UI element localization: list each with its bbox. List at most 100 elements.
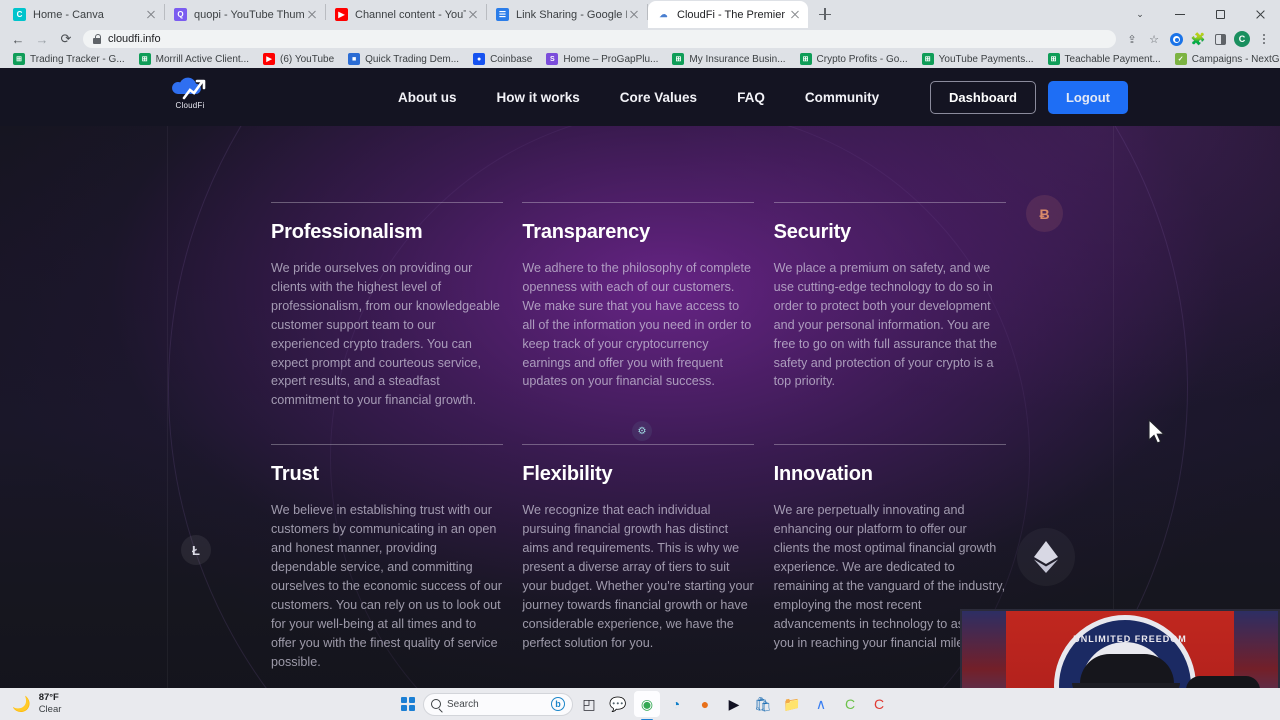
bookmarks-bar: ⊞ Trading Tracker - G... ⊞ Morrill Active C… [0,50,1280,68]
bookmark-star-icon[interactable]: ☆ [1144,30,1164,48]
browser-tab-title: Home - Canva [33,8,104,21]
close-tab-icon[interactable] [627,8,641,22]
microsoft-store-icon[interactable]: 🛍 [750,691,776,717]
youtube-icon: ▶ [263,53,276,65]
cloudfi-icon: ☁ [659,10,668,19]
browser-tab[interactable]: ☰ Link Sharing - Google Docs [487,1,647,28]
bookmark-item[interactable]: ⊞ Morrill Active Client... [132,53,256,65]
chrome-icon[interactable]: ◉ [634,691,660,720]
browser-tab-title: quopi - YouTube Thumbnail [194,8,305,21]
sheets-icon: ⊞ [921,53,934,65]
bookmark-label: Campaigns - NextG... [1191,53,1280,65]
forward-button[interactable]: → [30,29,54,49]
canva-icon: C [13,8,26,21]
bookmark-label: Crypto Profits - Go... [816,53,908,65]
browser-tab[interactable]: C Home - Canva [4,1,164,28]
sheets-icon: ⊞ [799,53,812,65]
back-button[interactable]: ← [6,29,30,49]
browser-tab[interactable]: Qquopi - YouTube Thumbnail [165,1,325,28]
bookmark-item[interactable]: ✓ Campaigns - NextG... [1168,53,1280,65]
edge-icon[interactable]: ◔ [663,691,689,717]
search-icon [431,699,441,709]
address-bar[interactable]: cloudfi.info [83,30,1116,48]
chrome-icon-glyph: ◉ [640,695,654,712]
browser-tab[interactable]: ▶ Channel content - YouTube Studi [326,1,486,28]
logout-button[interactable]: Logout [1047,80,1128,114]
bookmark-item[interactable]: S Home – ProGapPlu... [539,53,665,65]
browser-toolbar: ← → ⟳ cloudfi.info ⇪ ☆ 🧩 C [0,28,1280,50]
lock-icon [93,34,102,44]
taskbar-apps: ◰ 💬 ◉ ◔ ● ▶ 🛍 📁 ∧ C C [576,691,892,720]
camtasia-red-icon[interactable]: C [866,691,892,717]
video-editor-icon-glyph: ▶ [728,695,740,712]
browser-tab-title: CloudFi - The Premier Platform f [677,8,788,21]
bookmark-item[interactable]: ⊞ Teachable Payment... [1041,53,1168,65]
browser-tab[interactable]: ☁ CloudFi - The Premier Platform f [648,1,808,28]
camtasia-icon-glyph: C [844,696,856,712]
sheets-icon: ⊞ [138,53,151,65]
value-card-body: We believe in establishing trust with ou… [271,503,502,669]
start-button[interactable] [396,692,420,716]
nav-link-community[interactable]: Community [805,90,879,105]
dashboard-button[interactable]: Dashboard [930,80,1036,114]
close-tab-icon[interactable] [788,8,802,22]
extensions-puzzle-icon[interactable]: 🧩 [1188,30,1208,48]
close-tab-icon[interactable] [466,8,480,22]
weather-temperature: 87°F [38,692,59,703]
card-divider [773,444,1006,446]
litecoin-icon: Ł [181,535,211,565]
minimize-button[interactable] [1160,0,1200,28]
share-icon[interactable]: ⇪ [1122,30,1142,48]
bookmark-item[interactable]: ⊞ YouTube Payments... [915,53,1041,65]
value-card-title: Trust [271,463,319,486]
moon-icon: 🌙 [12,696,31,713]
nav-link-core-values[interactable]: Core Values [620,90,697,105]
firefox-icon[interactable]: ● [692,691,718,717]
browser-tab-title: Link Sharing - Google Docs [516,8,627,21]
chat-icon[interactable]: 💬 [605,691,631,717]
bookmark-item[interactable]: ▶ (6) YouTube [256,53,341,65]
bookmark-item[interactable]: ■ Quick Trading Dem... [341,53,466,65]
bookmark-label: Teachable Payment... [1064,53,1161,65]
nordvpn-icon[interactable]: ∧ [808,691,834,717]
bing-icon[interactable]: b [551,697,565,711]
maximize-button[interactable] [1200,0,1240,28]
close-icon [1255,9,1266,20]
search-input[interactable]: Search b [423,692,573,716]
bookmark-item[interactable]: ● Coinbase [466,53,539,65]
value-card: Transparency We adhere to the philosophy … [522,186,757,410]
value-card: Professionalism We pride ourselves on pro… [271,186,506,410]
search-input-value: Search [447,698,479,710]
extension-dot-icon[interactable] [1166,30,1186,48]
avatar[interactable]: C [1232,30,1252,48]
split-screen-icon[interactable] [1210,30,1230,48]
site-nav-actions: Dashboard Logout [930,68,1128,126]
close-window-button[interactable] [1240,0,1280,28]
window-controls: ⌄ [1120,0,1280,28]
camtasia-red-icon-glyph: C [873,696,885,712]
weather-widget[interactable]: 🌙 87°F Clear [0,692,61,716]
youtube-icon: ▶ [335,8,348,21]
file-explorer-icon[interactable]: 📁 [779,691,805,717]
video-editor-icon[interactable]: ▶ [721,691,747,717]
windows-taskbar: 🌙 87°F Clear Search b ◰ 💬 ◉ ◔ ● ▶ 🛍 📁 ∧ C C [0,688,1280,720]
avatar-initial: C [1234,31,1250,47]
bookmark-label: Trading Tracker - G... [30,53,125,65]
task-view-icon[interactable]: ◰ [576,691,602,717]
bookmark-item[interactable]: ⊞ Crypto Profits - Go... [793,53,915,65]
nav-link-faq[interactable]: FAQ [737,90,765,105]
bookmark-label: Morrill Active Client... [155,53,250,65]
bookmark-item[interactable]: ⊞ My Insurance Busin... [665,53,792,65]
tab-search-button[interactable]: ⌄ [1120,0,1160,28]
close-tab-icon[interactable] [305,8,319,22]
bookmark-item[interactable]: ⊞ Trading Tracker - G... [6,53,132,65]
new-tab-button[interactable] [812,1,838,27]
close-tab-icon[interactable] [144,8,158,22]
nav-link-about-us[interactable]: About us [398,90,457,105]
value-card: Security We place a premium on safety, an… [773,186,1009,410]
reload-button[interactable]: ⟳ [54,29,78,49]
nav-link-how-it-works[interactable]: How it works [497,90,580,105]
chrome-menu-button[interactable] [1254,30,1274,48]
camtasia-icon[interactable]: C [837,691,863,717]
cloudfi-logo[interactable]: CloudFi [167,76,213,118]
